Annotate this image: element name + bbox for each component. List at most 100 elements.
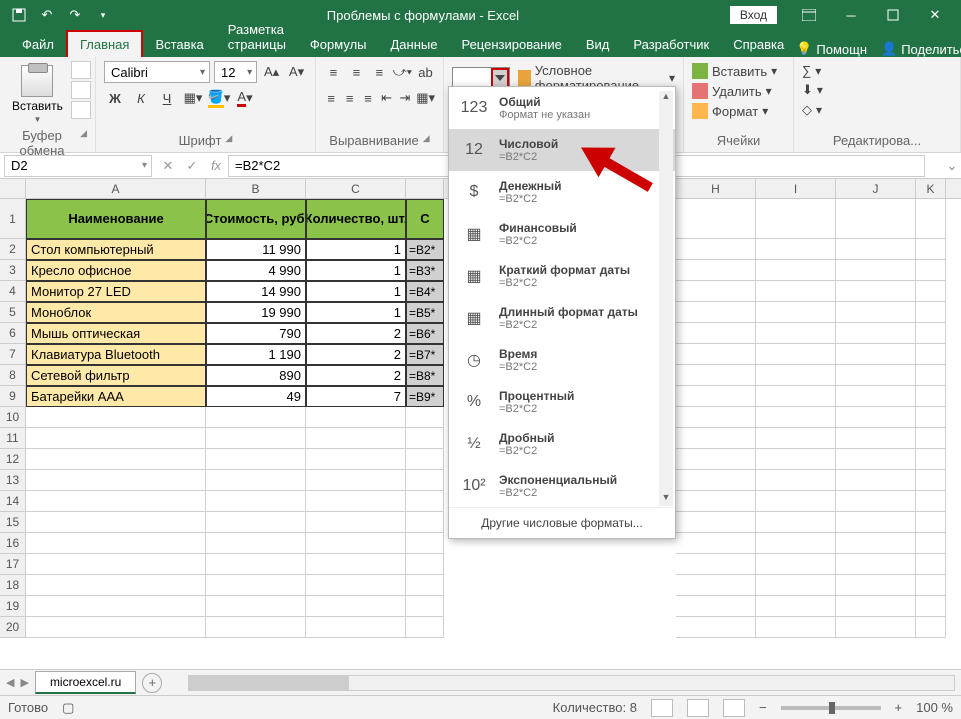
indent-decrease-icon[interactable]: ⇤ [379,87,393,109]
merge-icon[interactable]: ▦▾ [416,87,435,109]
row-header[interactable]: 11 [0,428,26,449]
row-header[interactable]: 3 [0,260,26,281]
dialog-launcher-icon[interactable]: ◢ [80,128,87,158]
cell[interactable]: Моноблок [26,302,206,323]
row-header[interactable]: 5 [0,302,26,323]
sheet-nav-next-icon[interactable]: ▶ [20,676,28,689]
tab-developer[interactable]: Разработчик [621,32,721,57]
view-normal-icon[interactable] [651,699,673,717]
tab-data[interactable]: Данные [379,32,450,57]
cell[interactable]: Батарейки AAA [26,386,206,407]
orientation-icon[interactable]: ⤻▾ [393,61,412,83]
tab-file[interactable]: Файл [10,32,66,57]
share-button[interactable]: 👤Поделиться [881,41,961,57]
border-icon[interactable]: ▦▾ [182,87,204,109]
expand-formula-icon[interactable]: ⌄ [943,158,961,174]
nf-item-процентный[interactable]: % Процентный=B2*C2 [449,381,675,423]
nf-scrollbar[interactable]: ▲▼ [659,91,673,506]
font-color-icon[interactable]: A▾ [234,87,256,109]
cell[interactable]: Монитор 27 LED [26,281,206,302]
cell[interactable]: 14 990 [206,281,306,302]
col-header-j[interactable]: J [836,179,916,198]
add-sheet-icon[interactable]: + [142,673,162,693]
close-icon[interactable]: ✕ [915,0,955,30]
cell[interactable]: 1 [306,260,406,281]
horizontal-scrollbar[interactable] [188,675,955,691]
col-header-k[interactable]: K [916,179,946,198]
decrease-font-icon[interactable]: A▾ [286,61,307,83]
cell[interactable]: 1 [306,281,406,302]
cell[interactable]: Клавиатура Bluetooth [26,344,206,365]
nf-item-общий[interactable]: 123 ОбщийФормат не указан [449,87,675,129]
row-header[interactable]: 6 [0,323,26,344]
cell[interactable]: =B8* [406,365,444,386]
cell[interactable]: 890 [206,365,306,386]
number-format-dropdown-icon[interactable] [491,68,509,88]
tab-insert[interactable]: Вставка [143,32,215,57]
tell-me[interactable]: 💡Помощн [796,41,867,57]
accept-formula-icon[interactable]: ✓ [180,158,204,174]
zoom-slider[interactable] [781,706,881,710]
nf-more-formats[interactable]: Другие числовые форматы... [449,507,675,538]
col-header-h[interactable]: H [676,179,756,198]
nf-item-финансовый[interactable]: ▦ Финансовый=B2*C2 [449,213,675,255]
nf-item-дробный[interactable]: ½ Дробный=B2*C2 [449,423,675,465]
cell[interactable]: Мышь оптическая [26,323,206,344]
maximize-icon[interactable] [873,0,913,30]
clear-button[interactable]: ◇ ▾ [802,100,952,120]
sheet-nav-prev-icon[interactable]: ◀ [6,676,14,689]
align-middle-icon[interactable]: ≡ [347,61,366,83]
paste-button[interactable]: Вставить ▼ [8,61,67,128]
name-box[interactable]: D2 [4,155,152,177]
row-header[interactable]: 18 [0,575,26,596]
row-header[interactable]: 7 [0,344,26,365]
select-all-icon[interactable] [0,179,26,198]
bold-button[interactable]: Ж [104,87,126,109]
cell[interactable]: Кресло офисное [26,260,206,281]
cell[interactable]: =B3* [406,260,444,281]
cell[interactable]: 2 [306,323,406,344]
format-cells-button[interactable]: Формат ▾ [692,101,785,121]
wrap-text-icon[interactable]: ab [416,61,435,83]
cell[interactable]: 790 [206,323,306,344]
table-header[interactable]: Наименование [26,199,206,239]
row-header[interactable]: 9 [0,386,26,407]
dialog-launcher-icon[interactable]: ◢ [225,133,232,148]
increase-font-icon[interactable]: A▴ [261,61,282,83]
row-header[interactable]: 15 [0,512,26,533]
save-icon[interactable] [6,3,32,27]
row-header[interactable]: 4 [0,281,26,302]
row-header[interactable]: 12 [0,449,26,470]
row-header[interactable]: 8 [0,365,26,386]
cell[interactable]: 4 990 [206,260,306,281]
underline-button[interactable]: Ч [156,87,178,109]
align-center-icon[interactable]: ≡ [342,87,356,109]
row-header[interactable]: 13 [0,470,26,491]
col-header-b[interactable]: B [206,179,306,198]
cell[interactable]: =B2* [406,239,444,260]
delete-cells-button[interactable]: Удалить ▾ [692,81,785,101]
fill-color-icon[interactable]: 🪣▾ [208,87,230,109]
autosum-button[interactable]: ∑ ▾ [802,61,952,80]
cell[interactable]: =B5* [406,302,444,323]
nf-item-экспоненциальный[interactable]: 10² Экспоненциальный=B2*C2 [449,465,675,507]
cell[interactable]: 19 990 [206,302,306,323]
nf-item-длинный формат даты[interactable]: ▦ Длинный формат даты=B2*C2 [449,297,675,339]
nf-item-время[interactable]: ◷ Время=B2*C2 [449,339,675,381]
cell[interactable]: Сетевой фильтр [26,365,206,386]
zoom-level[interactable]: 100 % [916,700,953,715]
row-header[interactable]: 16 [0,533,26,554]
indent-increase-icon[interactable]: ⇥ [398,87,412,109]
row-header[interactable]: 1 [0,199,26,239]
font-size-combo[interactable]: 12 [214,61,257,83]
ribbon-options-icon[interactable] [789,0,829,30]
redo-icon[interactable]: ↷ [62,3,88,27]
row-header[interactable]: 2 [0,239,26,260]
fx-icon[interactable]: fx [204,158,228,173]
cell[interactable]: =B6* [406,323,444,344]
col-header-d-hidden[interactable] [406,179,444,198]
cell[interactable]: 49 [206,386,306,407]
align-top-icon[interactable]: ≡ [324,61,343,83]
cancel-formula-icon[interactable]: ✕ [156,158,180,174]
cell[interactable]: =B7* [406,344,444,365]
